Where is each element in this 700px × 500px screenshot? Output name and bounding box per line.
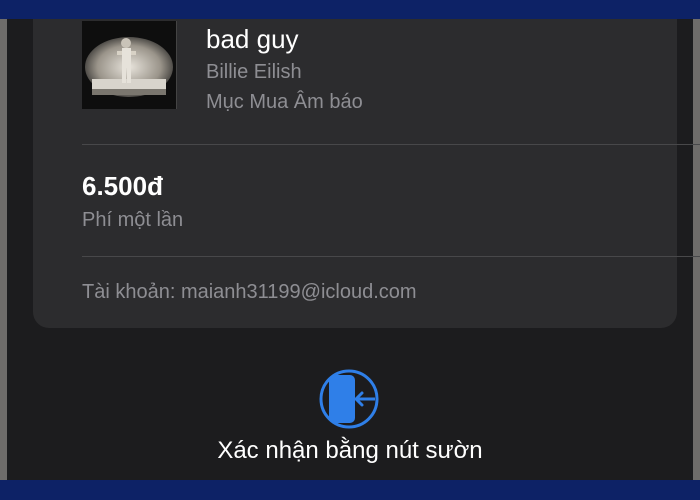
right-frame-edge [693, 19, 700, 480]
top-frame-bar [0, 0, 700, 19]
account-email: Tài khoản: maianh31199@icloud.com [82, 281, 417, 303]
bottom-frame-bar [0, 480, 700, 500]
purchase-sheet: bad guy Billie Eilish Mục Mua Âm báo 6.5… [7, 19, 700, 480]
song-title: bad guy [206, 24, 299, 54]
purchase-category: Mục Mua Âm báo [206, 91, 363, 113]
side-button-icon[interactable] [315, 369, 381, 429]
album-artwork [82, 21, 177, 109]
purchase-details-card: bad guy Billie Eilish Mục Mua Âm báo 6.5… [33, 19, 700, 328]
divider [82, 256, 700, 257]
price-amount: 6.500đ [82, 171, 163, 201]
price-note: Phí một lần [82, 209, 184, 231]
divider [82, 144, 700, 145]
confirm-with-side-button-label: Xác nhận bằng nút sườn [217, 437, 483, 464]
left-frame-edge [0, 19, 7, 480]
artist-name: Billie Eilish [206, 61, 302, 83]
